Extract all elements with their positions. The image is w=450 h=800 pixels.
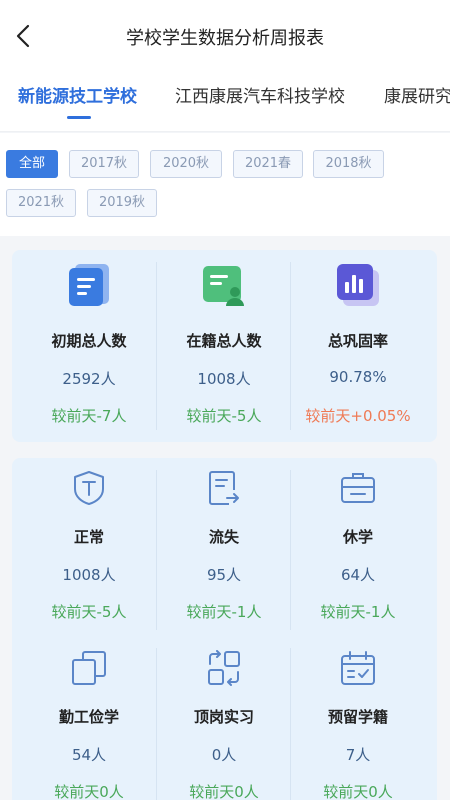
stat-value: 95人 [206, 566, 242, 584]
tab-school-2[interactable]: 江西康展汽车科技学校 [175, 82, 345, 107]
stat-label: 正常 [73, 528, 104, 546]
status-card: 正常 1008人 较前天-5人 流失 95人 较前天-1人 休学 64人 较前天… [12, 458, 437, 800]
stat-value: 1008人 [197, 370, 251, 388]
copy-pages-icon [72, 651, 106, 685]
stat-work-study[interactable]: 勤工俭学 54人 较前天0人 [22, 638, 156, 800]
stat-value: 7人 [345, 746, 371, 764]
stat-value: 2592人 [62, 370, 116, 388]
stat-label: 在籍总人数 [186, 332, 262, 350]
filter-chip[interactable]: 2017秋 [69, 150, 139, 178]
filter-chip[interactable]: 2018秋 [313, 150, 384, 178]
document-out-icon [209, 471, 239, 505]
summary-card: 初期总人数 2592人 较前天-7人 在籍总人数 1008人 较前天-5人 总巩… [12, 250, 437, 442]
stat-delta: 较前天-1人 [186, 603, 262, 621]
filter-chip[interactable]: 2021秋 [6, 189, 76, 217]
stat-delta: 较前天-1人 [320, 603, 396, 621]
tab-school-3[interactable]: 康展研究 [384, 82, 450, 107]
stat-suspended[interactable]: 休学 64人 较前天-1人 [291, 458, 425, 638]
filter-chip-all[interactable]: 全部 [6, 150, 58, 178]
document-icon [69, 264, 109, 306]
stat-label: 流失 [208, 528, 239, 546]
tab-school-1[interactable]: 新能源技工学校 [18, 82, 137, 107]
page-title: 学校学生数据分析周报表 [126, 28, 324, 49]
calendar-check-icon [341, 651, 375, 685]
term-filter: 全部 2017秋 2020秋 2021春 2018秋 2021秋 2019秋 [0, 133, 450, 236]
stat-label: 初期总人数 [51, 332, 127, 350]
swap-boxes-icon [208, 650, 240, 686]
stat-delta: 较前天-5人 [51, 603, 127, 621]
bar-chart-icon [337, 264, 379, 306]
stat-normal[interactable]: 正常 1008人 较前天-5人 [22, 458, 156, 638]
stat-label: 休学 [342, 528, 373, 546]
shield-t-icon [74, 471, 104, 505]
stat-value: 90.78% [329, 368, 387, 386]
filter-chip[interactable]: 2020秋 [150, 150, 222, 178]
stat-label: 勤工俭学 [58, 708, 119, 726]
stat-initial-total[interactable]: 初期总人数 2592人 较前天-7人 [22, 250, 156, 442]
stat-value: 1008人 [62, 566, 116, 584]
stat-delta: 较前天-7人 [51, 407, 127, 425]
stat-delta: 较前天0人 [189, 783, 259, 800]
stat-value: 0人 [211, 746, 237, 764]
school-tabs: 新能源技工学校 江西康展汽车科技学校 康展研究 [0, 70, 450, 132]
stat-label: 预留学籍 [327, 708, 388, 726]
stat-delta: 较前天0人 [323, 783, 393, 800]
stat-enrolled-total[interactable]: 在籍总人数 1008人 较前天-5人 [157, 250, 291, 442]
stat-label: 总巩固率 [327, 332, 388, 350]
stat-delta: 较前天-5人 [186, 407, 262, 425]
stat-delta: 较前天0人 [54, 783, 124, 800]
stat-retention-rate[interactable]: 总巩固率 90.78% 较前天+0.05% [291, 250, 425, 442]
filter-chip[interactable]: 2021春 [233, 150, 303, 178]
stat-value: 54人 [71, 746, 107, 764]
stat-internship[interactable]: 顶岗实习 0人 较前天0人 [157, 638, 291, 800]
briefcase-icon [341, 473, 375, 503]
stat-reserved-status[interactable]: 预留学籍 7人 较前天0人 [291, 638, 425, 800]
stat-label: 顶岗实习 [193, 708, 254, 726]
stat-delta: 较前天+0.05% [305, 407, 411, 425]
student-card-icon [203, 266, 244, 306]
stat-value: 64人 [340, 566, 376, 584]
app-header: 学校学生数据分析周报表 [0, 0, 450, 70]
filter-chip[interactable]: 2019秋 [87, 189, 157, 217]
active-tab-indicator [67, 116, 91, 119]
stat-dropout[interactable]: 流失 95人 较前天-1人 [157, 458, 291, 638]
